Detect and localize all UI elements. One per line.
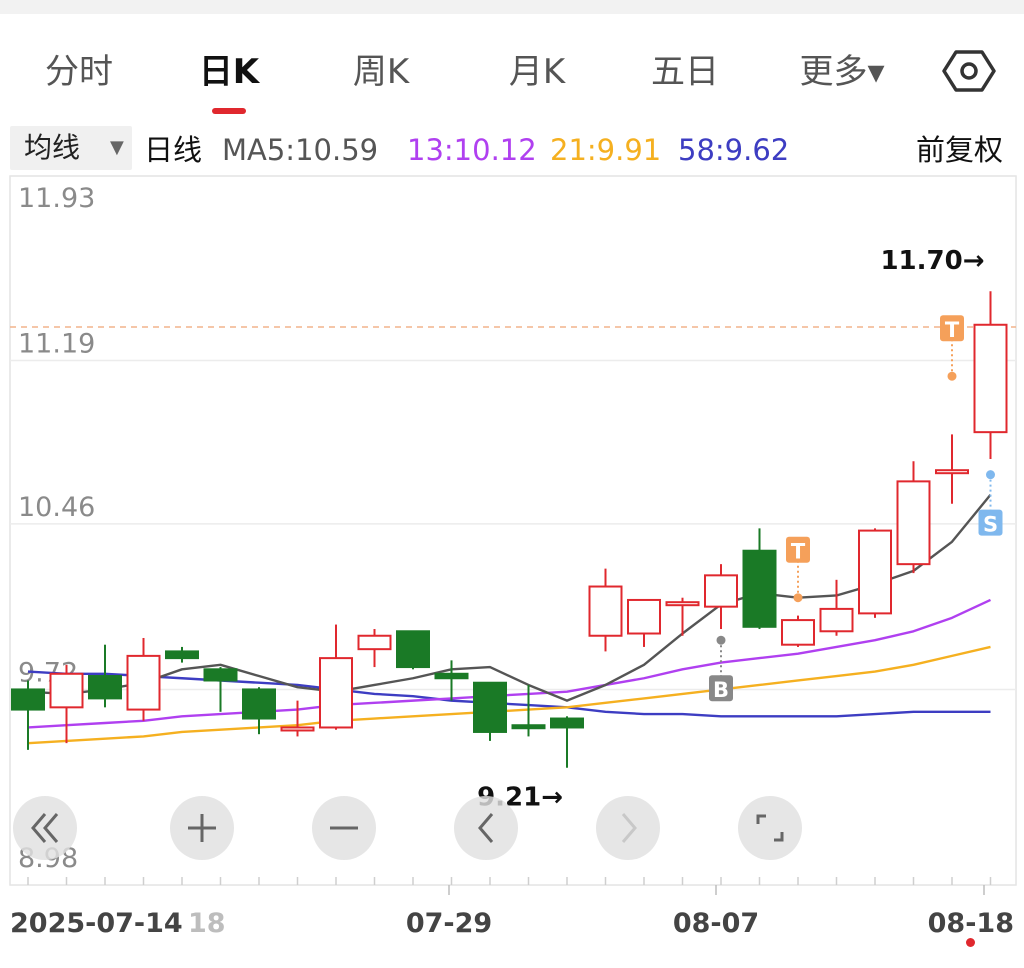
candle-body xyxy=(203,668,238,682)
ma-dropdown-label: 均线 xyxy=(24,131,81,164)
marker-dot xyxy=(716,635,726,645)
candle xyxy=(704,564,738,630)
candle xyxy=(49,664,84,744)
marker-dot xyxy=(793,593,803,603)
x-tick-label: 08-07 xyxy=(673,908,759,939)
candle-body xyxy=(49,672,84,709)
ma21-value: 21:9.91 xyxy=(550,133,662,167)
marker-label: T xyxy=(945,318,960,342)
ma13-value: 13:10.12 xyxy=(407,133,537,167)
tab-more[interactable]: 更多▾ xyxy=(782,44,902,104)
candle-body xyxy=(588,585,623,637)
candle xyxy=(896,461,931,574)
active-tab-indicator xyxy=(212,108,246,114)
candle xyxy=(280,700,315,737)
candle-body xyxy=(742,549,777,628)
x-tick-label: 18 xyxy=(188,908,226,939)
candle xyxy=(665,597,700,636)
y-tick-label: 10.46 xyxy=(18,492,95,523)
current-date-dot xyxy=(966,938,975,947)
candle xyxy=(396,630,430,670)
candle-body xyxy=(88,675,122,700)
x-tick-label: 07-29 xyxy=(406,908,492,939)
candle-body xyxy=(858,529,892,615)
fullscreen-icon[interactable] xyxy=(738,796,802,860)
marker-label: T xyxy=(791,540,806,564)
candle xyxy=(935,434,969,504)
adjust-mode[interactable]: 前复权 xyxy=(916,130,1003,170)
x-tick-label: 08-18 xyxy=(928,908,1014,939)
candle-body xyxy=(781,619,815,646)
candle xyxy=(473,681,507,741)
candle-body xyxy=(357,634,392,651)
candle-body xyxy=(126,654,161,711)
candle xyxy=(588,568,623,652)
ma5-value: MA5:10.59 xyxy=(222,133,379,167)
candle xyxy=(165,646,199,663)
hexagon-gear-icon[interactable] xyxy=(942,44,996,98)
period-tabs: 分时 日K 周K 月K 五日 更多▾ xyxy=(0,26,1024,118)
ma58-value: 58:9.62 xyxy=(678,133,790,167)
status-strip xyxy=(0,0,1024,14)
candle-body xyxy=(550,717,584,729)
tab-intraday[interactable]: 分时 xyxy=(34,44,124,104)
x-tick-label: 2025-07-14 xyxy=(10,908,183,939)
candle-body xyxy=(319,657,353,729)
period-label: 日线 xyxy=(144,133,203,167)
tab-daily-k[interactable]: 日K xyxy=(184,44,274,104)
tab-weekly-k[interactable]: 周K xyxy=(336,44,426,104)
candle-body xyxy=(434,672,469,680)
candle-body xyxy=(473,681,507,733)
candle xyxy=(357,629,392,668)
candle-body xyxy=(280,726,315,732)
candle xyxy=(973,291,1008,459)
tab-monthly-k[interactable]: 月K xyxy=(492,44,582,104)
candle-body xyxy=(935,469,969,475)
ma5-line xyxy=(27,494,992,702)
candle xyxy=(627,598,661,647)
candle-body xyxy=(11,688,45,711)
chevron-right-icon[interactable] xyxy=(596,796,660,860)
candle-body xyxy=(396,630,430,669)
candle-body xyxy=(704,574,738,608)
candle xyxy=(819,579,854,636)
candle-body xyxy=(973,323,1008,434)
candle xyxy=(11,680,45,750)
candle xyxy=(319,624,353,730)
candle-body xyxy=(627,598,661,635)
chevron-left-icon[interactable] xyxy=(454,796,518,860)
candle xyxy=(781,615,815,647)
candle xyxy=(126,637,161,721)
marker-dot xyxy=(986,470,995,480)
double-chevron-left-icon[interactable] xyxy=(13,796,77,860)
ma-dropdown[interactable]: 均线 ▼ xyxy=(10,126,132,170)
candle xyxy=(550,716,584,768)
marker-label: B xyxy=(713,678,729,702)
max-price-annotation: 11.70→ xyxy=(880,246,984,276)
candle-body xyxy=(819,607,854,633)
candle-body xyxy=(511,724,546,730)
candle-body xyxy=(242,688,276,720)
candle-body xyxy=(165,650,199,660)
tab-five-day[interactable]: 五日 xyxy=(640,44,730,104)
candle xyxy=(434,660,469,701)
caret-down-icon: ▼ xyxy=(110,137,124,158)
candle xyxy=(88,644,122,708)
candle xyxy=(858,528,892,618)
y-tick-label: 11.93 xyxy=(18,183,95,214)
candle-body xyxy=(665,601,700,607)
y-tick-label: 11.19 xyxy=(18,329,95,360)
candle xyxy=(742,528,777,630)
marker-dot xyxy=(947,371,957,381)
indicator-bar: 均线 ▼ 日线 MA5:10.59 13:10.12 21:9.91 58:9.… xyxy=(0,122,1024,172)
marker-label: S xyxy=(983,513,998,537)
zoom-out-minus-icon[interactable] xyxy=(312,796,376,860)
candle-body xyxy=(896,480,931,566)
zoom-in-plus-icon[interactable] xyxy=(170,796,234,860)
